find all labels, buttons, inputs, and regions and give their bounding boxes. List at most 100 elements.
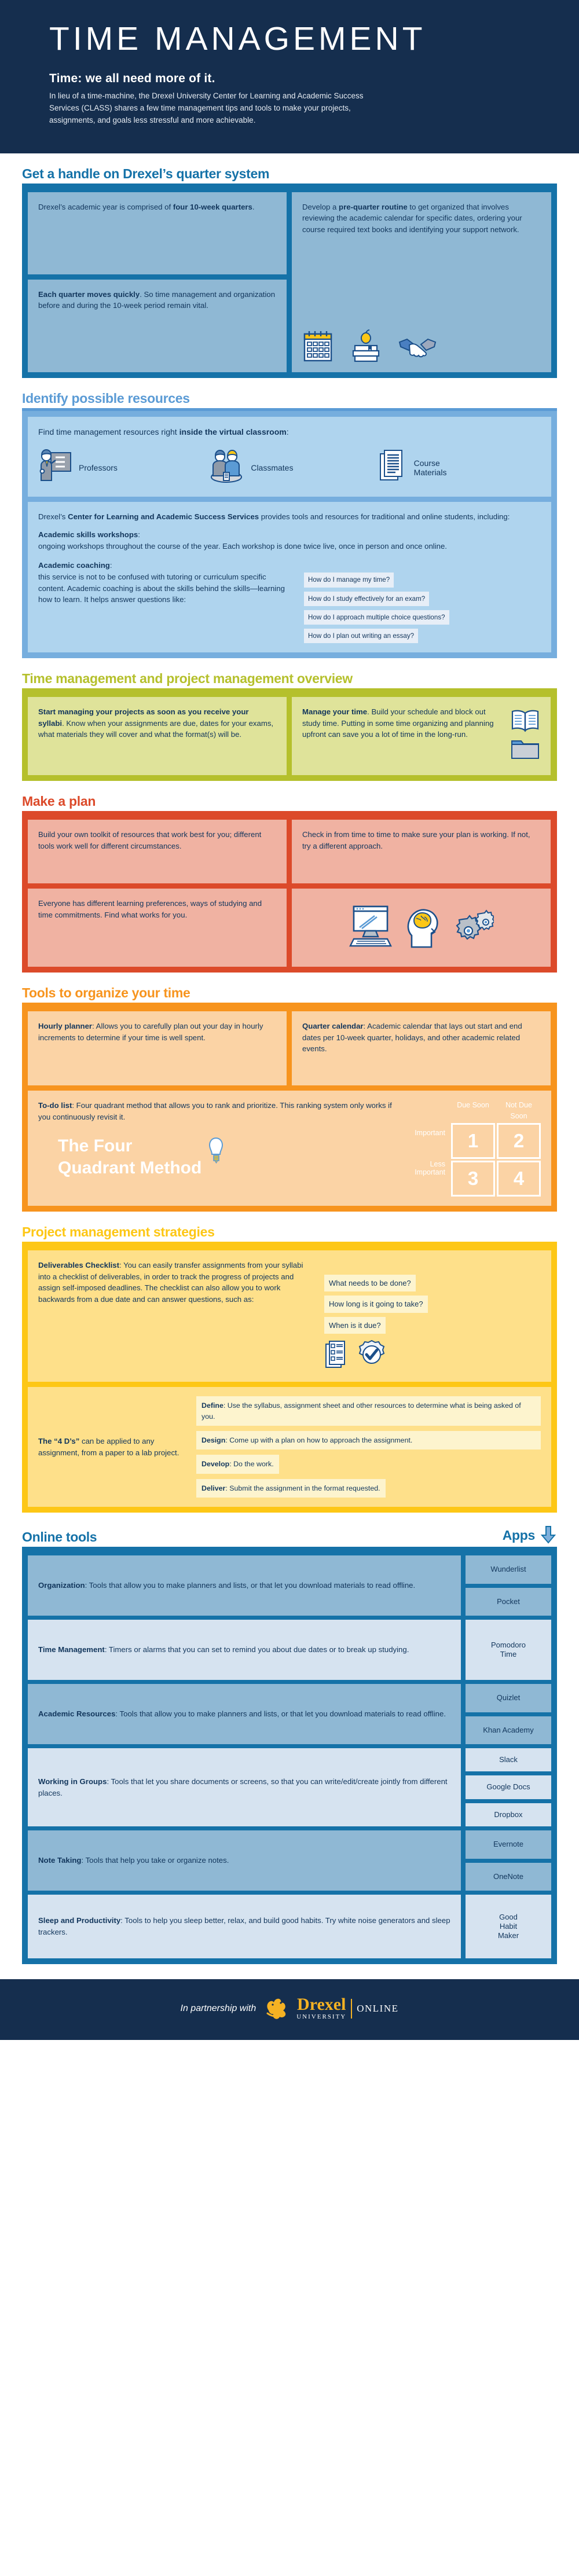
books-apple-icon xyxy=(349,329,383,363)
resources-panel: Find time management resources right ins… xyxy=(22,410,557,659)
page-title: TIME MANAGEMENT xyxy=(49,20,426,57)
four-ds-term: Deliver xyxy=(201,1484,226,1492)
hero-body-text: In lieu of a time-machine, the Drexel Un… xyxy=(49,91,364,124)
tools-card2-bold: Quarter calendar xyxy=(302,1022,364,1031)
plan-card-check-in: Check in from time to time to make sure … xyxy=(292,820,551,884)
resources-class-card: Drexel’s Center for Learning and Academi… xyxy=(28,501,551,653)
section-heading-resources: Identify possible resources xyxy=(22,390,190,406)
quadrant-col-header-not-due-soon: Not Due Soon xyxy=(505,1101,532,1120)
tool-term: Note Taking xyxy=(38,1856,82,1865)
class-post: provides tools and resources for traditi… xyxy=(259,512,510,521)
quadrant-row-headers: Important Less Important xyxy=(415,1120,445,1176)
tools-card1-bold: Hourly planner xyxy=(38,1022,93,1031)
app-cell: OneNote xyxy=(466,1862,551,1891)
section-heading-quarter: Get a handle on Drexel’s quarter system xyxy=(22,166,270,181)
dragon-icon xyxy=(265,1994,292,2023)
coaching-title: Academic coaching xyxy=(38,561,110,570)
quadrant-cell-4: 4 xyxy=(497,1161,541,1197)
app-cell: Slack xyxy=(466,1748,551,1772)
hero-subtitle: Time: we all need more of it. xyxy=(49,71,215,85)
app-cell: Wunderlist xyxy=(466,1555,551,1584)
table-row: Note Taking: Tools that help you take or… xyxy=(28,1830,461,1891)
plan-icon-card xyxy=(292,889,551,967)
quadrant-row-header-less-important: Less Important xyxy=(415,1159,445,1176)
quarter-card1-post: . xyxy=(252,202,255,211)
four-ds-text: : Come up with a plan on how to approach… xyxy=(225,1436,413,1445)
table-row: Time Management: Timers or alarms that y… xyxy=(28,1620,461,1680)
question-chip: How do I manage my time? xyxy=(304,573,394,588)
class-pre: Drexel’s xyxy=(38,512,68,521)
four-ds-text: : Do the work. xyxy=(229,1460,274,1469)
gears-icon xyxy=(451,906,495,950)
section-overview: Time management and project management o… xyxy=(0,671,579,781)
resource-label-professors: Professors xyxy=(79,463,118,473)
tool-term: Academic Resources xyxy=(38,1709,116,1719)
app-cell: Quizlet xyxy=(466,1684,551,1712)
quarter-icon-row xyxy=(302,329,541,363)
resources-classroom-card: Find time management resources right ins… xyxy=(28,416,551,497)
resource-item-professors: Professors xyxy=(38,448,201,487)
tool-text: : Tools that allow you to make planners … xyxy=(115,1709,446,1719)
quarter-card-pre-routine: Develop a pre-quarter routine to get org… xyxy=(292,192,551,372)
overview-card1-post: . Know when your assignments are due, da… xyxy=(38,718,274,739)
quarter-card-academic-year: Drexel’s academic year is comprised of f… xyxy=(28,192,287,274)
four-ds-text: : Use the syllabus, assignment sheet and… xyxy=(201,1401,521,1421)
table-row: Sleep and Productivity: Tools to help yo… xyxy=(28,1895,461,1959)
infographic-page: TIME MANAGEMENT Time: we all need more o… xyxy=(0,0,579,2041)
deliverable-question-chip: How long is it going to take? xyxy=(324,1296,428,1313)
quarter-card3-bold: pre-quarter routine xyxy=(339,202,408,211)
online-tools-apps-column: Wunderlist Pocket Pomodoro Time Quizlet K… xyxy=(466,1555,551,1959)
quarter-card1-pre: Drexel’s academic year is comprised of xyxy=(38,202,173,211)
tool-term: Working in Groups xyxy=(38,1777,107,1786)
course-materials-icon xyxy=(378,448,408,487)
app-cell: Google Docs xyxy=(466,1775,551,1799)
projects-panel: Deliverables Checklist: You can easily t… xyxy=(22,1245,557,1513)
deliverables-bold: Deliverables Checklist xyxy=(38,1261,120,1270)
section-online-tools: Online tools Apps Organization: Tools th… xyxy=(0,1525,579,1965)
projects-card-deliverables: Deliverables Checklist: You can easily t… xyxy=(28,1250,551,1382)
four-ds-item: Deliver: Submit the assignment in the fo… xyxy=(196,1478,386,1498)
online-tools-table: Organization: Tools that allow you to ma… xyxy=(22,1550,557,1965)
drexel-online-logo: Drexel UNIVERSITY ONLINE xyxy=(265,1994,398,2023)
app-cell: Khan Academy xyxy=(466,1716,551,1745)
section-resources: Identify possible resources Find time ma… xyxy=(0,390,579,659)
logo-divider xyxy=(351,1998,353,2019)
resource-label-course-materials: Course Materials xyxy=(413,458,447,478)
tool-term: Sleep and Productivity xyxy=(38,1916,121,1925)
quarter-card3-pre: Develop a xyxy=(302,202,339,211)
check-seal-icon xyxy=(357,1340,387,1373)
four-quadrant-matrix: Important Less Important Due Soon Not Due… xyxy=(415,1100,541,1197)
four-ds-item: Develop: Do the work. xyxy=(196,1455,279,1474)
resources-intro-bold: inside the virtual classroom xyxy=(179,427,287,436)
four-ds-text: : Submit the assignment in the format re… xyxy=(225,1484,380,1492)
open-book-icon xyxy=(510,709,540,736)
coaching-question-list: How do I manage my time? How do I study … xyxy=(304,560,541,644)
tools-card-quarter-calendar: Quarter calendar: Academic calendar that… xyxy=(292,1011,551,1086)
table-row: Academic Resources: Tools that allow you… xyxy=(28,1684,461,1745)
resource-item-course-materials: Course Materials xyxy=(378,448,541,487)
app-cell: Evernote xyxy=(466,1830,551,1859)
tools-card-hourly-planner: Hourly planner: Allows you to carefully … xyxy=(28,1011,287,1086)
quarter-card-moves-quickly: Each quarter moves quickly. So time mana… xyxy=(28,279,287,372)
app-cell: Pomodoro Time xyxy=(466,1620,551,1680)
brain-head-icon xyxy=(405,903,441,953)
class-bold: Center for Learning and Academic Success… xyxy=(68,512,259,521)
coaching-body: this service is not to be confused with … xyxy=(38,572,285,604)
section-heading-plan: Make a plan xyxy=(22,794,96,809)
question-chip: How do I plan out writing an essay? xyxy=(304,628,419,644)
resource-item-classmates: Classmates xyxy=(208,448,371,487)
tool-text: : Tools that allow you to make planners … xyxy=(85,1581,416,1590)
quarter-card1-bold: four 10-week quarters xyxy=(173,202,252,211)
online-tools-description-column: Organization: Tools that allow you to ma… xyxy=(28,1555,461,1959)
app-cell: Good Habit Maker xyxy=(466,1895,551,1959)
tool-text: : Timers or alarms that you can set to r… xyxy=(104,1645,409,1654)
table-row: Organization: Tools that allow you to ma… xyxy=(28,1555,461,1616)
section-quarter-system: Get a handle on Drexel’s quarter system … xyxy=(0,166,579,378)
four-ds-term: Design xyxy=(201,1436,226,1445)
projects-card-4ds: The “4 D’s” can be applied to any assign… xyxy=(28,1387,551,1507)
four-ds-term: Develop xyxy=(201,1460,230,1469)
question-chip: How do I study effectively for an exam? xyxy=(304,591,430,606)
section-heading-overview: Time management and project management o… xyxy=(22,671,353,687)
four-ds-item: Design: Come up with a plan on how to ap… xyxy=(196,1431,541,1450)
computer-icon xyxy=(349,903,394,953)
